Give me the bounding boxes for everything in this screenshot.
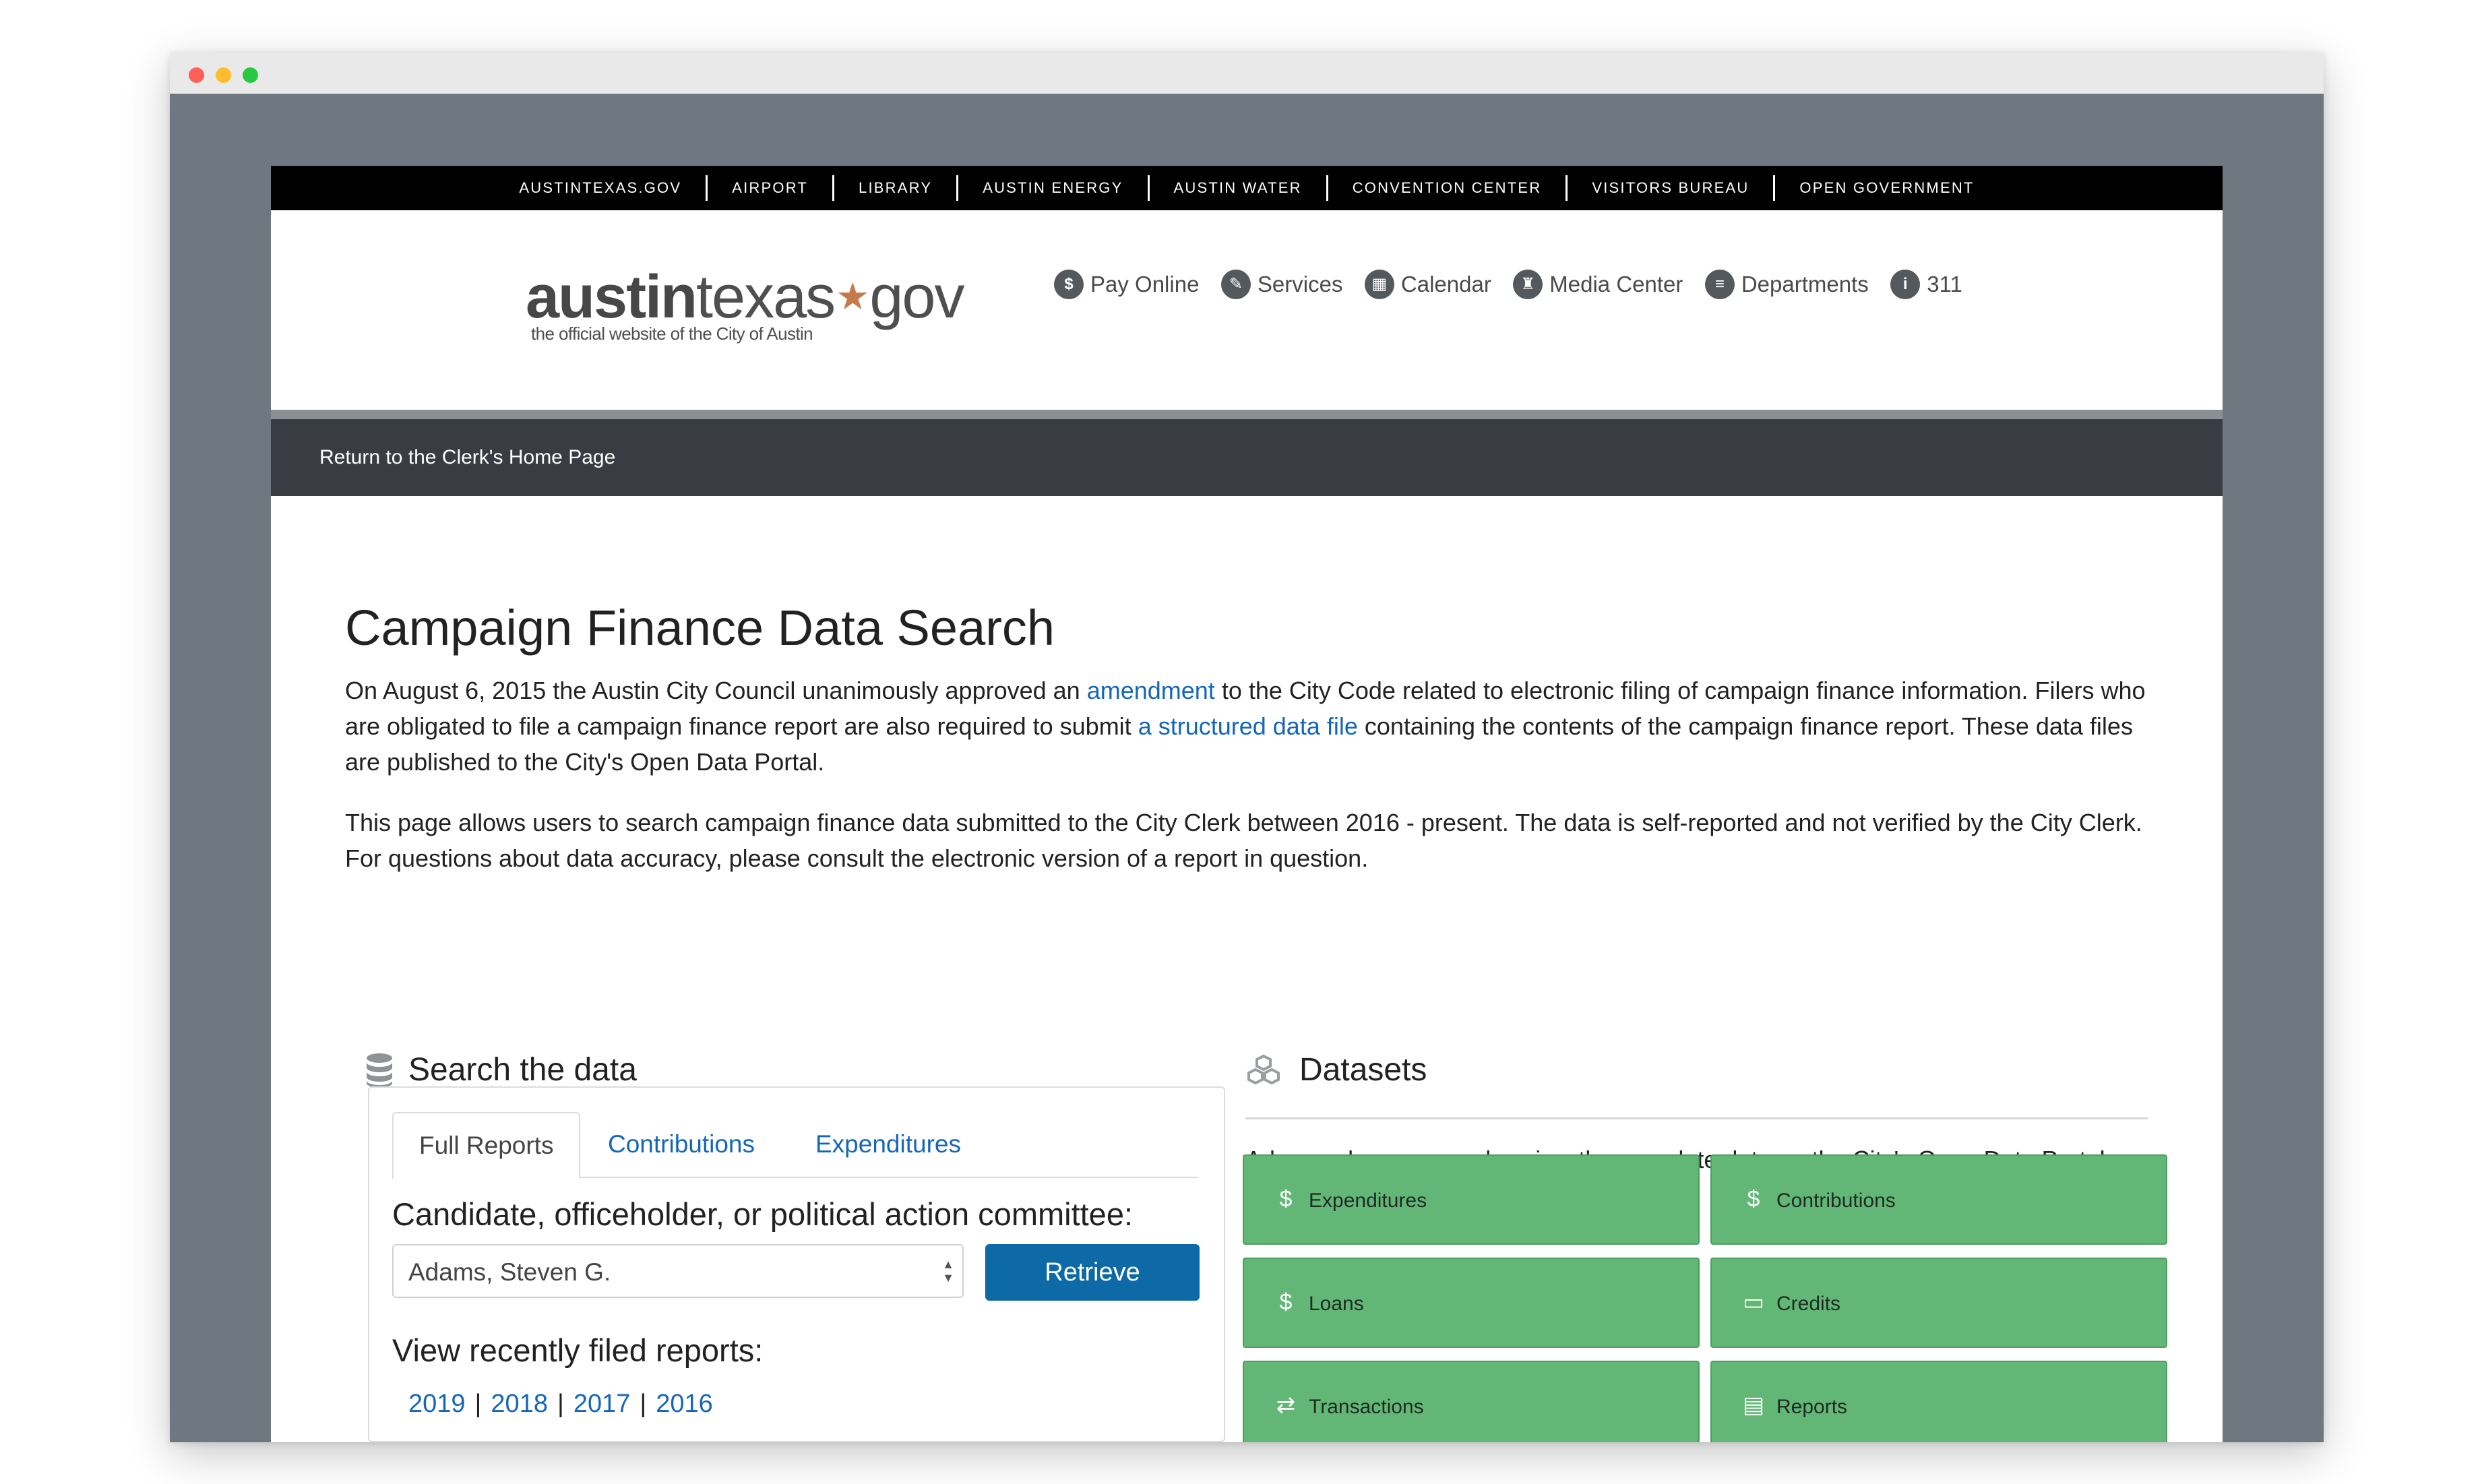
star-icon: ★ xyxy=(836,275,869,317)
year-link-2016[interactable]: 2016 xyxy=(656,1390,713,1418)
recent-reports-label: View recently filed reports: xyxy=(392,1332,764,1368)
services-icon: ✎ xyxy=(1220,270,1251,299)
nav-pay-online[interactable]: $ Pay Online xyxy=(1054,270,1199,299)
tile-label: Credits xyxy=(1776,1293,1841,1315)
year-link-2019[interactable]: 2019 xyxy=(408,1390,466,1418)
year-link-2018[interactable]: 2018 xyxy=(491,1390,548,1418)
top-link-visitors-bureau[interactable]: VISITORS BUREAU xyxy=(1568,166,1773,210)
logo-gov: gov xyxy=(869,264,964,331)
dollar-icon: $ xyxy=(1279,1186,1293,1212)
top-link-airport[interactable]: AIRPORT xyxy=(708,166,832,210)
database-icon xyxy=(367,1053,392,1088)
nav-services[interactable]: ✎ Services xyxy=(1220,270,1343,299)
credit-card-icon: ▭ xyxy=(1742,1289,1765,1315)
search-tabs: Full Reports Contributions Expenditures xyxy=(392,1112,1198,1179)
divider: | xyxy=(474,1390,482,1418)
datasets-section-title: Datasets xyxy=(1299,1052,1427,1088)
dataset-loans-button[interactable]: $ Loans xyxy=(1243,1258,1700,1348)
structured-data-file-link[interactable]: a structured data file xyxy=(1138,712,1358,740)
tab-contributions[interactable]: Contributions xyxy=(582,1112,780,1177)
nav-label: 311 xyxy=(1927,272,1962,297)
search-section-title: Search the data xyxy=(408,1052,637,1088)
logo-texas: texas xyxy=(696,264,836,331)
tile-label: Contributions xyxy=(1776,1189,1896,1212)
site-header: austintexas★gov the official website of … xyxy=(271,210,2223,419)
web-page: AUSTINTEXAS.GOV AIRPORT LIBRARY AUSTIN ENER… xyxy=(271,166,2223,1442)
top-link-austin-water[interactable]: AUSTIN WATER xyxy=(1150,166,1326,210)
intro-text: On August 6, 2015 the Austin City Counci… xyxy=(345,677,1087,704)
retrieve-button[interactable]: Retrieve xyxy=(985,1244,1200,1301)
close-window-button[interactable] xyxy=(189,67,204,83)
dataset-reports-button[interactable]: ▤ Reports xyxy=(1710,1361,2167,1442)
nav-label: Pay Online xyxy=(1090,272,1200,297)
pay-online-icon: $ xyxy=(1054,270,1084,299)
logo-austin: austin xyxy=(526,264,698,331)
top-link-convention-center[interactable]: CONVENTION CENTER xyxy=(1328,166,1566,210)
dataset-transactions-button[interactable]: ⇄ Transactions xyxy=(1243,1361,1700,1442)
tile-label: Expenditures xyxy=(1309,1189,1427,1212)
info-icon: i xyxy=(1890,270,1921,299)
departments-icon: ≡ xyxy=(1704,270,1735,299)
header-nav: $ Pay Online ✎ Services ▦ Calendar ♜ Media C… xyxy=(1054,270,1981,299)
nav-label: Media Center xyxy=(1549,272,1683,297)
nav-label: Departments xyxy=(1741,272,1869,297)
datasets-divider xyxy=(1245,1117,2148,1119)
return-clerk-home-link[interactable]: Return to the Clerk's Home Page xyxy=(319,419,615,496)
tab-expenditures[interactable]: Expenditures xyxy=(790,1112,987,1177)
tile-label: Loans xyxy=(1309,1293,1364,1315)
top-link-austin-energy[interactable]: AUSTIN ENERGY xyxy=(958,166,1147,210)
minimize-window-button[interactable] xyxy=(216,67,231,83)
candidate-select[interactable]: Adams, Steven G. ▲ ▼ xyxy=(392,1244,964,1298)
calendar-icon: ▦ xyxy=(1364,270,1394,299)
tab-full-reports[interactable]: Full Reports xyxy=(392,1112,581,1179)
divider: | xyxy=(557,1390,564,1418)
amendment-link[interactable]: amendment xyxy=(1087,677,1215,704)
browser-window: AUSTINTEXAS.GOV AIRPORT LIBRARY AUSTIN ENER… xyxy=(170,53,2324,1442)
logo-tagline: the official website of the City of Aust… xyxy=(531,323,813,344)
candidate-label: Candidate, officeholder, or political ac… xyxy=(392,1196,1134,1232)
divider: | xyxy=(640,1390,647,1418)
tile-label: Transactions xyxy=(1309,1396,1424,1418)
tile-label: Reports xyxy=(1776,1396,1848,1418)
nav-label: Services xyxy=(1257,272,1343,297)
disclaimer-paragraph: This page allows users to search campaig… xyxy=(345,809,2142,872)
top-link-austintexas[interactable]: AUSTINTEXAS.GOV xyxy=(495,166,706,210)
year-link-2017[interactable]: 2017 xyxy=(574,1390,631,1418)
exchange-icon: ⇄ xyxy=(1276,1392,1296,1418)
nav-311[interactable]: i 311 xyxy=(1890,270,1962,299)
recent-years-links: 2019 | 2018 | 2017 | 2016 xyxy=(408,1390,713,1419)
nav-label: Calendar xyxy=(1400,272,1491,297)
intro-paragraph: On August 6, 2015 the Austin City Counci… xyxy=(345,673,2151,780)
top-utility-bar: AUSTINTEXAS.GOV AIRPORT LIBRARY AUSTIN ENER… xyxy=(271,166,2223,210)
media-center-icon: ♜ xyxy=(1513,270,1543,299)
document-icon: ▤ xyxy=(1742,1392,1765,1418)
datasets-icon xyxy=(1247,1054,1280,1085)
nav-media-center[interactable]: ♜ Media Center xyxy=(1513,270,1683,299)
nav-calendar[interactable]: ▦ Calendar xyxy=(1364,270,1491,299)
candidate-select-value: Adams, Steven G. xyxy=(408,1258,611,1286)
maximize-window-button[interactable] xyxy=(243,67,258,83)
search-panel: Full Reports Contributions Expenditures … xyxy=(368,1086,1225,1442)
top-link-open-government[interactable]: OPEN GOVERNMENT xyxy=(1775,166,1998,210)
clerk-nav-bar: Return to the Clerk's Home Page xyxy=(271,419,2223,496)
top-link-library[interactable]: LIBRARY xyxy=(834,166,956,210)
page-title: Campaign Finance Data Search xyxy=(345,600,1055,656)
select-arrows-icon: ▲ ▼ xyxy=(942,1258,954,1285)
coin-hand-icon: $ xyxy=(1747,1186,1760,1212)
window-titlebar xyxy=(170,53,2324,94)
loan-hand-icon: $ xyxy=(1279,1289,1293,1315)
dataset-contributions-button[interactable]: $ Contributions xyxy=(1710,1154,2167,1245)
dataset-expenditures-button[interactable]: $ Expenditures xyxy=(1243,1154,1700,1245)
nav-departments[interactable]: ≡ Departments xyxy=(1704,270,1869,299)
site-logo[interactable]: austintexas★gov the official website of … xyxy=(526,264,964,344)
dataset-credits-button[interactable]: ▭ Credits xyxy=(1710,1258,2167,1348)
